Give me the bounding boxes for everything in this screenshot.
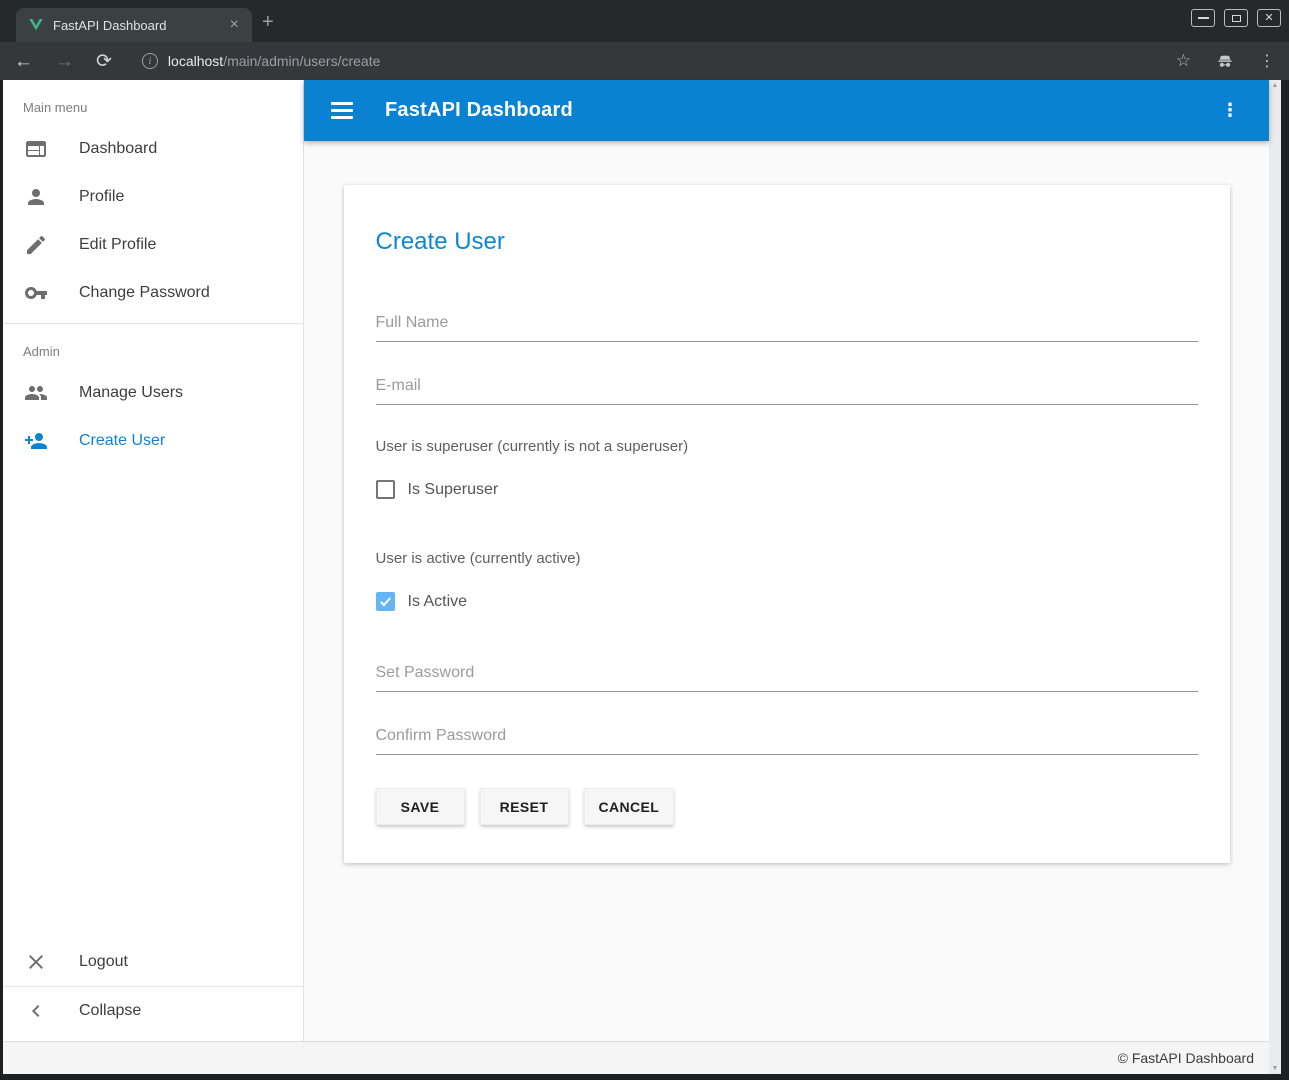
person-add-icon: [24, 429, 48, 453]
checkmark-icon: [378, 594, 393, 609]
browser-menu-icon[interactable]: ⋮: [1259, 51, 1275, 71]
incognito-icon: [1215, 51, 1235, 71]
app-bar: FastAPI Dashboard ⋮: [304, 80, 1269, 141]
confirm-password-field-wrap: [376, 725, 1198, 755]
vue-logo-icon: [28, 17, 44, 33]
reset-button[interactable]: RESET: [480, 788, 569, 825]
sidebar-section-admin: Admin: [3, 324, 303, 369]
sidebar-item-manage-users[interactable]: Manage Users: [3, 369, 303, 417]
url-host: localhost: [168, 53, 223, 69]
window-minimize-button[interactable]: [1191, 9, 1215, 27]
window-close-button[interactable]: ✕: [1257, 9, 1281, 27]
is-superuser-label[interactable]: Is Superuser: [408, 481, 499, 499]
sidebar-item-label: Dashboard: [79, 140, 157, 158]
email-field-wrap: [376, 375, 1198, 405]
sidebar-item-label: Logout: [79, 953, 128, 971]
sidebar-item-collapse[interactable]: Collapse: [3, 987, 303, 1035]
create-user-card: Create User User is superuser (currently…: [344, 185, 1230, 863]
sidebar-item-dashboard[interactable]: Dashboard: [3, 125, 303, 173]
full-name-input[interactable]: [376, 312, 1198, 342]
main-content: Create User User is superuser (currently…: [304, 141, 1269, 1041]
confirm-password-input[interactable]: [376, 725, 1198, 755]
save-button[interactable]: SAVE: [376, 788, 465, 825]
appbar-menu-icon[interactable]: ⋮: [1221, 100, 1239, 121]
set-password-field-wrap: [376, 662, 1198, 692]
site-footer: © FastAPI Dashboard: [3, 1041, 1269, 1074]
is-active-checkbox-row[interactable]: Is Active: [376, 592, 1198, 611]
scroll-up-arrow-icon[interactable]: ▲: [1269, 82, 1281, 89]
sidebar-section-main-menu: Main menu: [3, 80, 303, 125]
is-active-label[interactable]: Is Active: [408, 593, 468, 611]
sidebar-item-label: Collapse: [79, 1002, 141, 1020]
set-password-input[interactable]: [376, 662, 1198, 692]
page-title: Create User: [376, 228, 1198, 256]
window-controls: ✕: [1191, 9, 1281, 27]
page-viewport: Main menu Dashboard Profile Edit Profile…: [3, 80, 1269, 1074]
pencil-icon: [24, 233, 48, 257]
hamburger-menu-icon[interactable]: [331, 102, 353, 119]
bookmark-star-icon[interactable]: ☆: [1176, 51, 1191, 71]
active-hint: User is active (currently active): [376, 550, 1198, 567]
sidebar-item-label: Create User: [79, 432, 165, 450]
dashboard-web-icon: [24, 137, 48, 161]
app-title: FastAPI Dashboard: [385, 99, 573, 122]
forward-button[interactable]: →: [55, 52, 74, 71]
url-path: /main/admin/users/create: [223, 53, 380, 69]
tab-title: FastAPI Dashboard: [53, 18, 227, 33]
tab-close-icon[interactable]: ×: [227, 16, 242, 34]
chevron-left-icon: [24, 999, 48, 1023]
back-button[interactable]: ←: [14, 52, 33, 71]
url-text[interactable]: localhost/main/admin/users/create: [168, 53, 380, 69]
key-icon: [24, 281, 48, 305]
sidebar-item-edit-profile[interactable]: Edit Profile: [3, 221, 303, 269]
site-info-icon[interactable]: i: [142, 53, 158, 69]
sidebar-item-label: Change Password: [79, 284, 210, 302]
is-superuser-checkbox-row[interactable]: Is Superuser: [376, 480, 1198, 499]
scroll-down-arrow-icon[interactable]: ▼: [1269, 1065, 1281, 1072]
new-tab-button[interactable]: +: [262, 12, 274, 32]
sidebar-item-change-password[interactable]: Change Password: [3, 269, 303, 317]
copyright-text: © FastAPI Dashboard: [1118, 1050, 1254, 1066]
sidebar: Main menu Dashboard Profile Edit Profile…: [3, 80, 304, 1041]
is-active-checkbox[interactable]: [376, 592, 395, 611]
sidebar-item-label: Manage Users: [79, 384, 183, 402]
form-actions: SAVE RESET CANCEL: [376, 788, 1198, 825]
person-icon: [24, 185, 48, 209]
window-maximize-button[interactable]: [1224, 9, 1248, 27]
browser-toolbar: ← → ⟳ i localhost/main/admin/users/creat…: [0, 42, 1289, 80]
people-icon: [24, 381, 48, 405]
browser-tab-bar: FastAPI Dashboard × + ✕: [0, 0, 1289, 42]
sidebar-item-logout[interactable]: Logout: [3, 938, 303, 986]
sidebar-item-label: Edit Profile: [79, 236, 156, 254]
sidebar-item-create-user[interactable]: Create User: [3, 417, 303, 465]
reload-button[interactable]: ⟳: [96, 52, 112, 71]
sidebar-item-label: Profile: [79, 188, 124, 206]
email-input[interactable]: [376, 375, 1198, 405]
is-superuser-checkbox[interactable]: [376, 480, 395, 499]
page-scrollbar[interactable]: ▲ ▼: [1269, 80, 1281, 1074]
sidebar-item-profile[interactable]: Profile: [3, 173, 303, 221]
cancel-button[interactable]: CANCEL: [584, 788, 675, 825]
browser-tab[interactable]: FastAPI Dashboard ×: [16, 8, 252, 42]
full-name-field-wrap: [376, 312, 1198, 342]
close-icon: [24, 950, 48, 974]
superuser-hint: User is superuser (currently is not a su…: [376, 438, 1198, 455]
address-bar[interactable]: i localhost/main/admin/users/create: [142, 53, 1176, 69]
